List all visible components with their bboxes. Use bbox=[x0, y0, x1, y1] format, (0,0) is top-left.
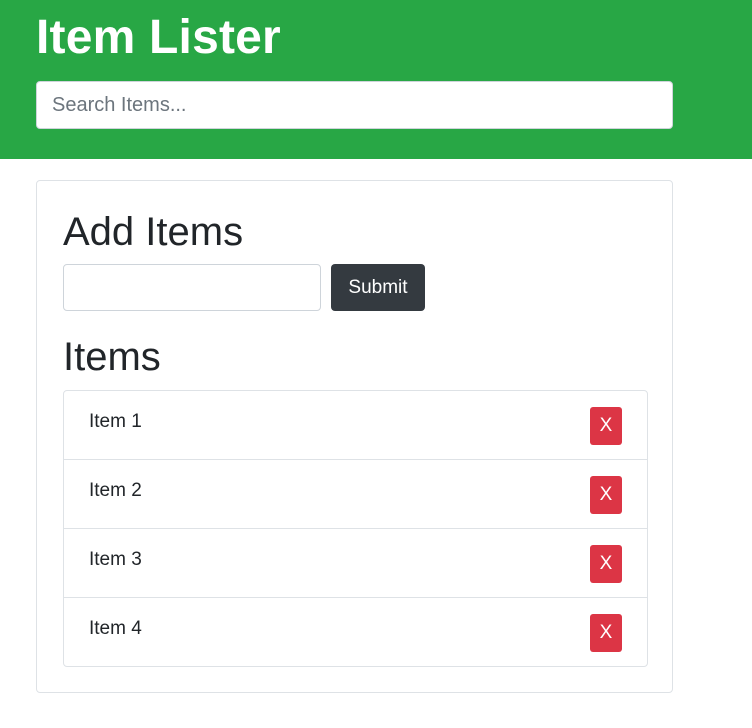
items-title: Items bbox=[63, 335, 161, 379]
list-item: Item 4 X bbox=[64, 598, 647, 666]
submit-button[interactable]: Submit bbox=[331, 264, 425, 311]
delete-item-button[interactable]: X bbox=[590, 476, 622, 514]
search-input[interactable] bbox=[36, 81, 673, 129]
main-card: Add Items Submit Items Item 1 X Item 2 X… bbox=[36, 180, 673, 693]
list-item: Item 2 X bbox=[64, 460, 647, 529]
item-label: Item 3 bbox=[89, 549, 142, 570]
app-title: Item Lister bbox=[36, 11, 281, 64]
delete-item-button[interactable]: X bbox=[590, 614, 622, 652]
delete-item-button[interactable]: X bbox=[590, 407, 622, 445]
add-item-input[interactable] bbox=[63, 264, 321, 311]
item-label: Item 2 bbox=[89, 480, 142, 501]
item-label: Item 4 bbox=[89, 618, 142, 639]
list-item: Item 3 X bbox=[64, 529, 647, 598]
item-list: Item 1 X Item 2 X Item 3 X Item 4 X bbox=[63, 390, 648, 667]
item-label: Item 1 bbox=[89, 411, 142, 432]
delete-item-button[interactable]: X bbox=[590, 545, 622, 583]
list-item: Item 1 X bbox=[64, 391, 647, 460]
add-items-title: Add Items bbox=[63, 210, 244, 254]
app-header: Item Lister bbox=[0, 0, 752, 159]
